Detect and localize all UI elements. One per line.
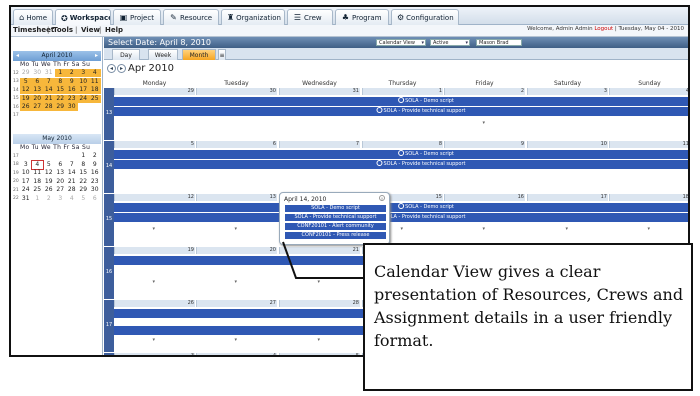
callout-text: Calendar View gives a clear presentation… — [374, 262, 684, 350]
callout-box: Calendar View gives a clear presentation… — [363, 243, 693, 391]
